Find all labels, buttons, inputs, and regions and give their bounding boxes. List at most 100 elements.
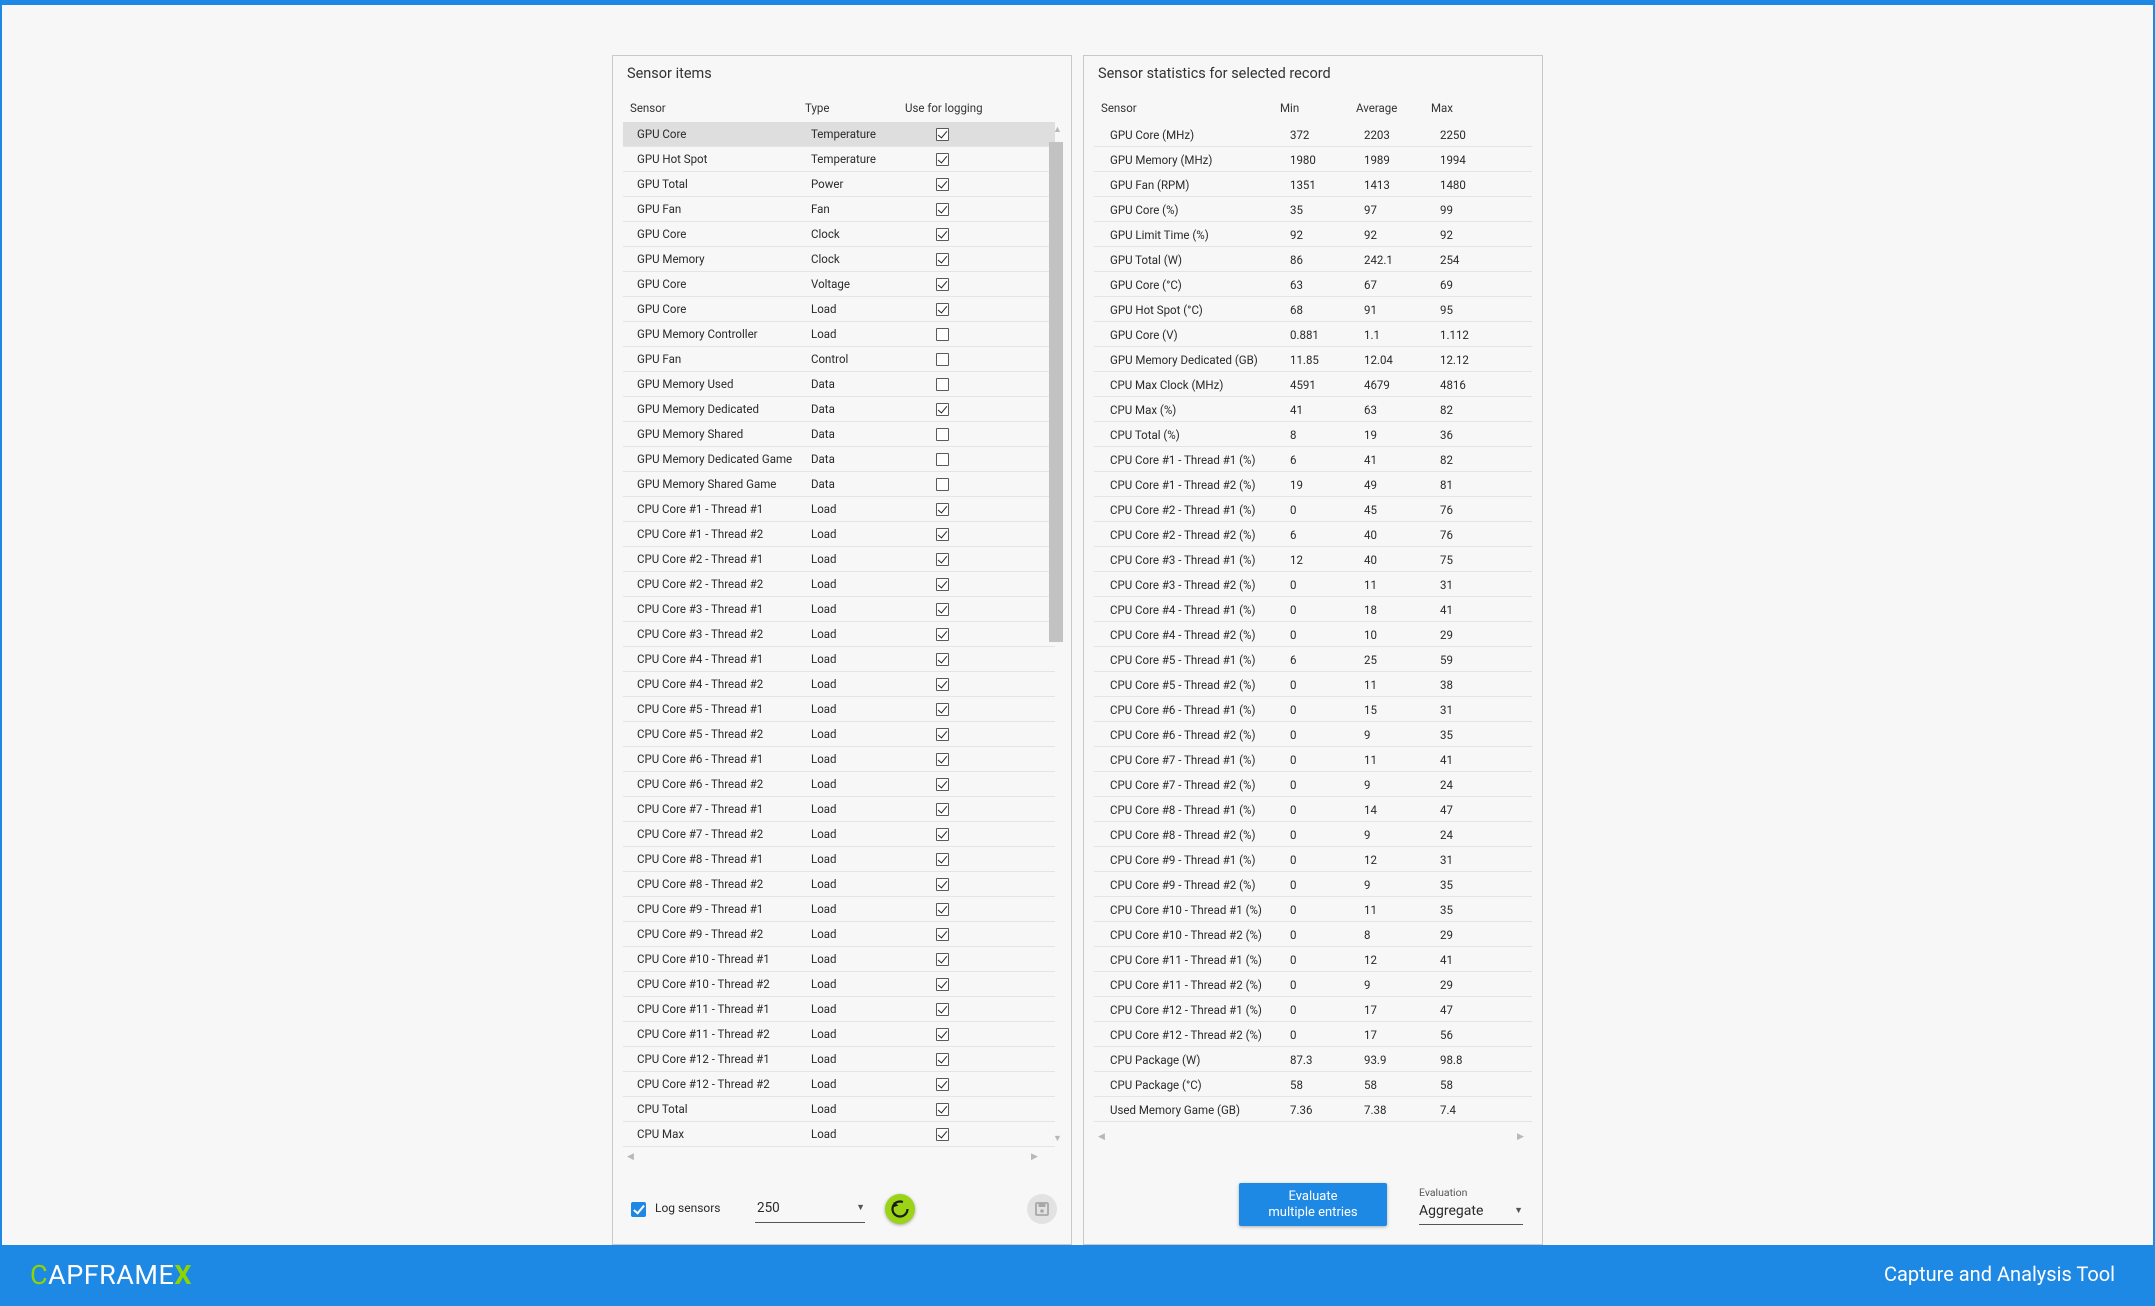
statistics-row[interactable]: CPU Core #8 - Thread #2 (%) 0 9 24 [1094,822,1532,847]
use-for-logging-checkbox[interactable] [936,903,949,916]
sensor-row[interactable]: CPU Core #10 - Thread #2 Load [623,972,1055,997]
statistics-row[interactable]: CPU Core #5 - Thread #2 (%) 0 11 38 [1094,672,1532,697]
statistics-row[interactable]: CPU Core #1 - Thread #1 (%) 6 41 82 [1094,447,1532,472]
use-for-logging-checkbox[interactable] [936,228,949,241]
scroll-left-icon[interactable]: ◀ [1098,1132,1105,1142]
use-for-logging-checkbox[interactable] [936,803,949,816]
sensor-row[interactable]: GPU Core Temperature [623,122,1055,147]
sensor-row[interactable]: CPU Core #5 - Thread #1 Load [623,697,1055,722]
use-for-logging-checkbox[interactable] [936,403,949,416]
sensor-row[interactable]: GPU Memory Dedicated Game Data [623,447,1055,472]
statistics-row[interactable]: CPU Core #12 - Thread #1 (%) 0 17 47 [1094,997,1532,1022]
use-for-logging-checkbox[interactable] [936,1028,949,1041]
scroll-down-icon[interactable]: ▼ [1053,1133,1062,1144]
use-for-logging-checkbox[interactable] [936,953,949,966]
use-for-logging-checkbox[interactable] [936,678,949,691]
use-for-logging-checkbox[interactable] [936,378,949,391]
sensor-row[interactable]: CPU Core #6 - Thread #2 Load [623,772,1055,797]
evaluate-multiple-entries-button[interactable]: Evaluate multiple entries [1239,1183,1387,1226]
statistics-row[interactable]: GPU Limit Time (%) 92 92 92 [1094,222,1532,247]
use-for-logging-checkbox[interactable] [936,978,949,991]
use-for-logging-checkbox[interactable] [936,428,949,441]
evaluation-select[interactable]: Aggregate ▼ [1419,1200,1523,1225]
sensor-row[interactable]: GPU Memory Used Data [623,372,1055,397]
use-for-logging-checkbox[interactable] [936,828,949,841]
statistics-row[interactable]: GPU Memory (MHz) 1980 1989 1994 [1094,147,1532,172]
sensor-row[interactable]: CPU Core #9 - Thread #1 Load [623,897,1055,922]
sensor-row[interactable]: CPU Core #2 - Thread #1 Load [623,547,1055,572]
statistics-row[interactable]: CPU Core #1 - Thread #2 (%) 19 49 81 [1094,472,1532,497]
statistics-row[interactable]: Used Memory Game (GB) 7.36 7.38 7.4 [1094,1097,1532,1122]
use-for-logging-checkbox[interactable] [936,603,949,616]
logging-interval-select[interactable]: 250 ▼ [755,1196,865,1223]
sensor-row[interactable]: CPU Core #4 - Thread #1 Load [623,647,1055,672]
statistics-row[interactable]: CPU Core #4 - Thread #2 (%) 0 10 29 [1094,622,1532,647]
sensor-row[interactable]: CPU Core #9 - Thread #2 Load [623,922,1055,947]
use-for-logging-checkbox[interactable] [936,178,949,191]
use-for-logging-checkbox[interactable] [936,753,949,766]
use-for-logging-checkbox[interactable] [936,153,949,166]
scroll-right-icon[interactable]: ▶ [1031,1152,1038,1162]
statistics-row[interactable]: CPU Core #11 - Thread #1 (%) 0 12 41 [1094,947,1532,972]
sensor-row[interactable]: CPU Core #11 - Thread #1 Load [623,997,1055,1022]
use-for-logging-checkbox[interactable] [936,578,949,591]
statistics-row[interactable]: CPU Core #6 - Thread #1 (%) 0 15 31 [1094,697,1532,722]
use-for-logging-checkbox[interactable] [936,653,949,666]
statistics-row[interactable]: CPU Core #2 - Thread #1 (%) 0 45 76 [1094,497,1532,522]
sensor-row[interactable]: GPU Memory Shared Game Data [623,472,1055,497]
use-for-logging-checkbox[interactable] [936,1078,949,1091]
statistics-row[interactable]: GPU Core (MHz) 372 2203 2250 [1094,122,1532,147]
sensor-row[interactable]: CPU Core #6 - Thread #1 Load [623,747,1055,772]
use-for-logging-checkbox[interactable] [936,728,949,741]
sensor-row[interactable]: CPU Core #4 - Thread #2 Load [623,672,1055,697]
log-sensors-checkbox[interactable] [631,1202,646,1217]
sensor-row[interactable]: GPU Memory Dedicated Data [623,397,1055,422]
sensor-row[interactable]: GPU Fan Fan [623,197,1055,222]
col-header-average[interactable]: Average [1356,101,1397,115]
statistics-row[interactable]: CPU Core #10 - Thread #1 (%) 0 11 35 [1094,897,1532,922]
statistics-row[interactable]: CPU Core #7 - Thread #2 (%) 0 9 24 [1094,772,1532,797]
sensor-row[interactable]: GPU Memory Shared Data [623,422,1055,447]
col-header-max[interactable]: Max [1431,101,1453,115]
use-for-logging-checkbox[interactable] [936,928,949,941]
statistics-row[interactable]: CPU Core #4 - Thread #1 (%) 0 18 41 [1094,597,1532,622]
col-header-type[interactable]: Type [805,101,829,115]
statistics-row[interactable]: CPU Core #6 - Thread #2 (%) 0 9 35 [1094,722,1532,747]
sensor-row[interactable]: CPU Core #1 - Thread #1 Load [623,497,1055,522]
sensor-row[interactable]: GPU Memory Controller Load [623,322,1055,347]
col-header-sensor[interactable]: Sensor [1101,101,1137,115]
statistics-row[interactable]: CPU Core #9 - Thread #1 (%) 0 12 31 [1094,847,1532,872]
use-for-logging-checkbox[interactable] [936,328,949,341]
scroll-left-icon[interactable]: ◀ [627,1152,634,1162]
use-for-logging-checkbox[interactable] [936,1053,949,1066]
sensor-row[interactable]: GPU Core Load [623,297,1055,322]
sensor-row[interactable]: CPU Core #11 - Thread #2 Load [623,1022,1055,1047]
use-for-logging-checkbox[interactable] [936,453,949,466]
sensor-row[interactable]: CPU Total Load [623,1097,1055,1122]
use-for-logging-checkbox[interactable] [936,1103,949,1116]
statistics-row[interactable]: CPU Core #3 - Thread #1 (%) 12 40 75 [1094,547,1532,572]
sensor-row[interactable]: CPU Core #2 - Thread #2 Load [623,572,1055,597]
sensor-row[interactable]: CPU Core #8 - Thread #2 Load [623,872,1055,897]
statistics-row[interactable]: CPU Core #2 - Thread #2 (%) 6 40 76 [1094,522,1532,547]
col-header-min[interactable]: Min [1280,101,1299,115]
sensor-row[interactable]: CPU Core #12 - Thread #2 Load [623,1072,1055,1097]
col-header-use-for-logging[interactable]: Use for logging [905,101,983,115]
sensor-row[interactable]: CPU Core #10 - Thread #1 Load [623,947,1055,972]
sensor-row[interactable]: GPU Core Voltage [623,272,1055,297]
statistics-row[interactable]: CPU Core #11 - Thread #2 (%) 0 9 29 [1094,972,1532,997]
statistics-row[interactable]: CPU Package (°C) 58 58 58 [1094,1072,1532,1097]
col-header-sensor[interactable]: Sensor [630,101,666,115]
sensor-row[interactable]: GPU Core Clock [623,222,1055,247]
sensor-row[interactable]: GPU Fan Control [623,347,1055,372]
sensor-row[interactable]: CPU Core #12 - Thread #1 Load [623,1047,1055,1072]
use-for-logging-checkbox[interactable] [936,703,949,716]
sensor-row[interactable]: CPU Core #8 - Thread #1 Load [623,847,1055,872]
sensor-row[interactable]: GPU Memory Clock [623,247,1055,272]
statistics-row[interactable]: GPU Core (°C) 63 67 69 [1094,272,1532,297]
scrollbar-thumb[interactable] [1049,142,1063,642]
sensor-row[interactable]: CPU Max Load [623,1122,1055,1147]
sensor-row[interactable]: CPU Core #3 - Thread #2 Load [623,622,1055,647]
statistics-row[interactable]: CPU Max Clock (MHz) 4591 4679 4816 [1094,372,1532,397]
use-for-logging-checkbox[interactable] [936,778,949,791]
